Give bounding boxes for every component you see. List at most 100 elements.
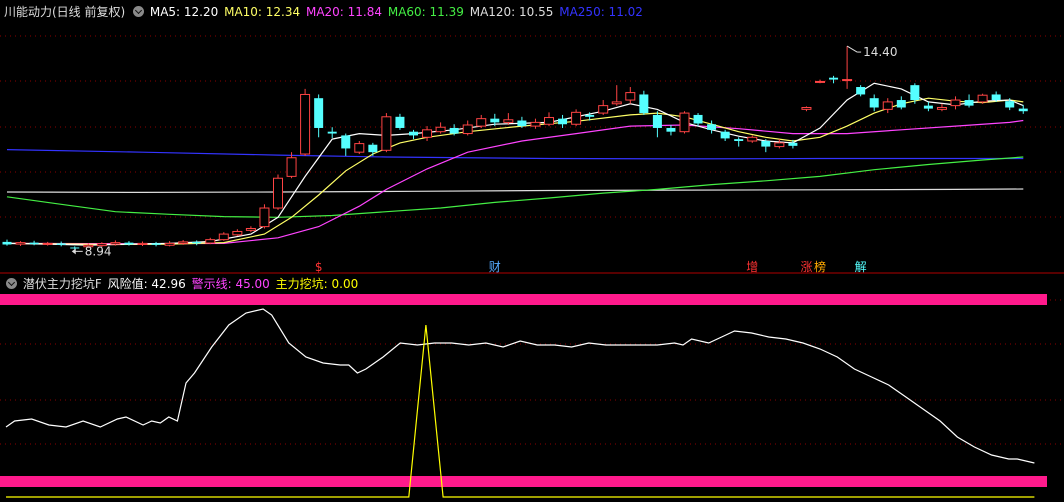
indicator-header: 潜伏主力挖坑F 风险值: 42.96 警示线: 45.00 主力挖坑: 0.00 (4, 276, 360, 292)
candle-body (192, 241, 202, 244)
candle-body (273, 177, 283, 209)
candle (259, 204, 270, 229)
ma60-label: MA60: 11.39 (387, 5, 464, 19)
candle-body (842, 79, 853, 82)
candle-body (558, 118, 568, 125)
candle-body (354, 143, 365, 153)
candle-body (517, 120, 527, 127)
candle-body (869, 98, 879, 108)
candle-body (490, 118, 500, 123)
candle-body (259, 207, 270, 228)
warning-line-label: 警示线: 45.00 (191, 277, 270, 291)
ma120-label: MA120: 10.55 (469, 5, 554, 19)
candle-body (29, 242, 39, 245)
candle (300, 88, 311, 156)
candle-body (693, 114, 703, 124)
event-marker: 涨 (800, 259, 812, 274)
candle-body (666, 127, 676, 132)
candle-body (232, 230, 243, 236)
candle (977, 93, 988, 104)
candle-body (747, 136, 758, 142)
event-marker: 财 (489, 260, 501, 274)
candle-body (910, 85, 920, 101)
candle (571, 109, 582, 127)
candle-body (286, 157, 297, 177)
ma10-label: MA10: 12.34 (224, 5, 301, 19)
candle-body (151, 243, 161, 245)
candle-body (829, 77, 839, 80)
candle-body (950, 99, 961, 107)
candle-body (381, 116, 392, 151)
event-marker: 榜 (814, 259, 826, 274)
ma5-label: MA5: 12.20 (149, 5, 219, 19)
candle-body (70, 247, 80, 249)
indicator-title: 潜伏主力挖坑F (22, 277, 102, 291)
ma250-label: MA250: 11.02 (559, 5, 643, 19)
candle-body (124, 242, 134, 245)
event-marker: $ (315, 260, 323, 274)
candle-body (625, 92, 636, 101)
candle-body (571, 111, 582, 125)
candle-body (815, 80, 825, 83)
risk-value-label: 风险值: 42.96 (107, 277, 186, 291)
event-marker: 增 (746, 260, 758, 274)
settings-dropdown-icon[interactable] (133, 6, 145, 17)
candle-body (652, 114, 662, 128)
candle-body (585, 114, 595, 117)
candle-body (720, 131, 730, 139)
candle-body (1005, 101, 1015, 108)
high-price-label: 14.40 (863, 45, 897, 59)
candle-body (598, 105, 609, 114)
candle-body (734, 139, 744, 141)
candle-body (503, 119, 514, 123)
candle-body (327, 131, 337, 134)
candle-body (476, 118, 487, 127)
candle-body (368, 144, 378, 153)
upper-warning-band (0, 294, 1047, 305)
lower-warning-band (0, 476, 1047, 487)
candle-body (435, 126, 446, 133)
candle-body (788, 142, 798, 146)
candle-body (530, 121, 541, 127)
candle-body (245, 227, 256, 231)
candle-body (679, 112, 690, 133)
candle-body (15, 242, 26, 245)
ma20-label: MA20: 11.84 (305, 5, 383, 19)
candle (273, 174, 283, 210)
candle-body (395, 116, 405, 128)
candle-body (462, 124, 473, 135)
candle-body (2, 241, 12, 245)
candle (679, 111, 690, 134)
candle-body (449, 127, 459, 134)
candle-body (991, 94, 1001, 101)
stock-chart: 8.94 14.40 $ 财 增 涨榜 解 (0, 0, 1064, 502)
candle-body (314, 98, 324, 128)
candle-body (544, 117, 554, 125)
candle-body (774, 142, 785, 148)
chart-background (0, 0, 1064, 502)
candle-body (164, 242, 175, 246)
candle-body (707, 124, 717, 130)
candle-body (137, 242, 148, 246)
candle-body (639, 94, 649, 114)
candle-body (218, 233, 229, 241)
main-chart-title: 川能动力(日线 前复权) (4, 5, 126, 19)
candle-body (964, 100, 974, 106)
main-chart-header: 川能动力(日线 前复权) MA5: 12.20 MA10: 12.34 MA20… (4, 4, 645, 20)
event-marker: 解 (855, 260, 867, 274)
main-pit-label: 主力挖坑: 0.00 (275, 277, 359, 291)
candle-body (1018, 108, 1028, 112)
candle-body (409, 131, 418, 136)
indicator-dropdown-icon[interactable] (6, 278, 17, 289)
candle-body (611, 101, 622, 105)
low-price-label: 8.94 (85, 244, 112, 258)
candle-body (896, 100, 906, 108)
candle-body (923, 105, 933, 109)
candle-body (300, 93, 311, 155)
candle-body (856, 87, 866, 95)
candle-body (110, 242, 121, 245)
candle-body (56, 243, 66, 245)
candle-body (936, 106, 947, 110)
candle-body (882, 101, 893, 110)
candle (381, 113, 392, 153)
